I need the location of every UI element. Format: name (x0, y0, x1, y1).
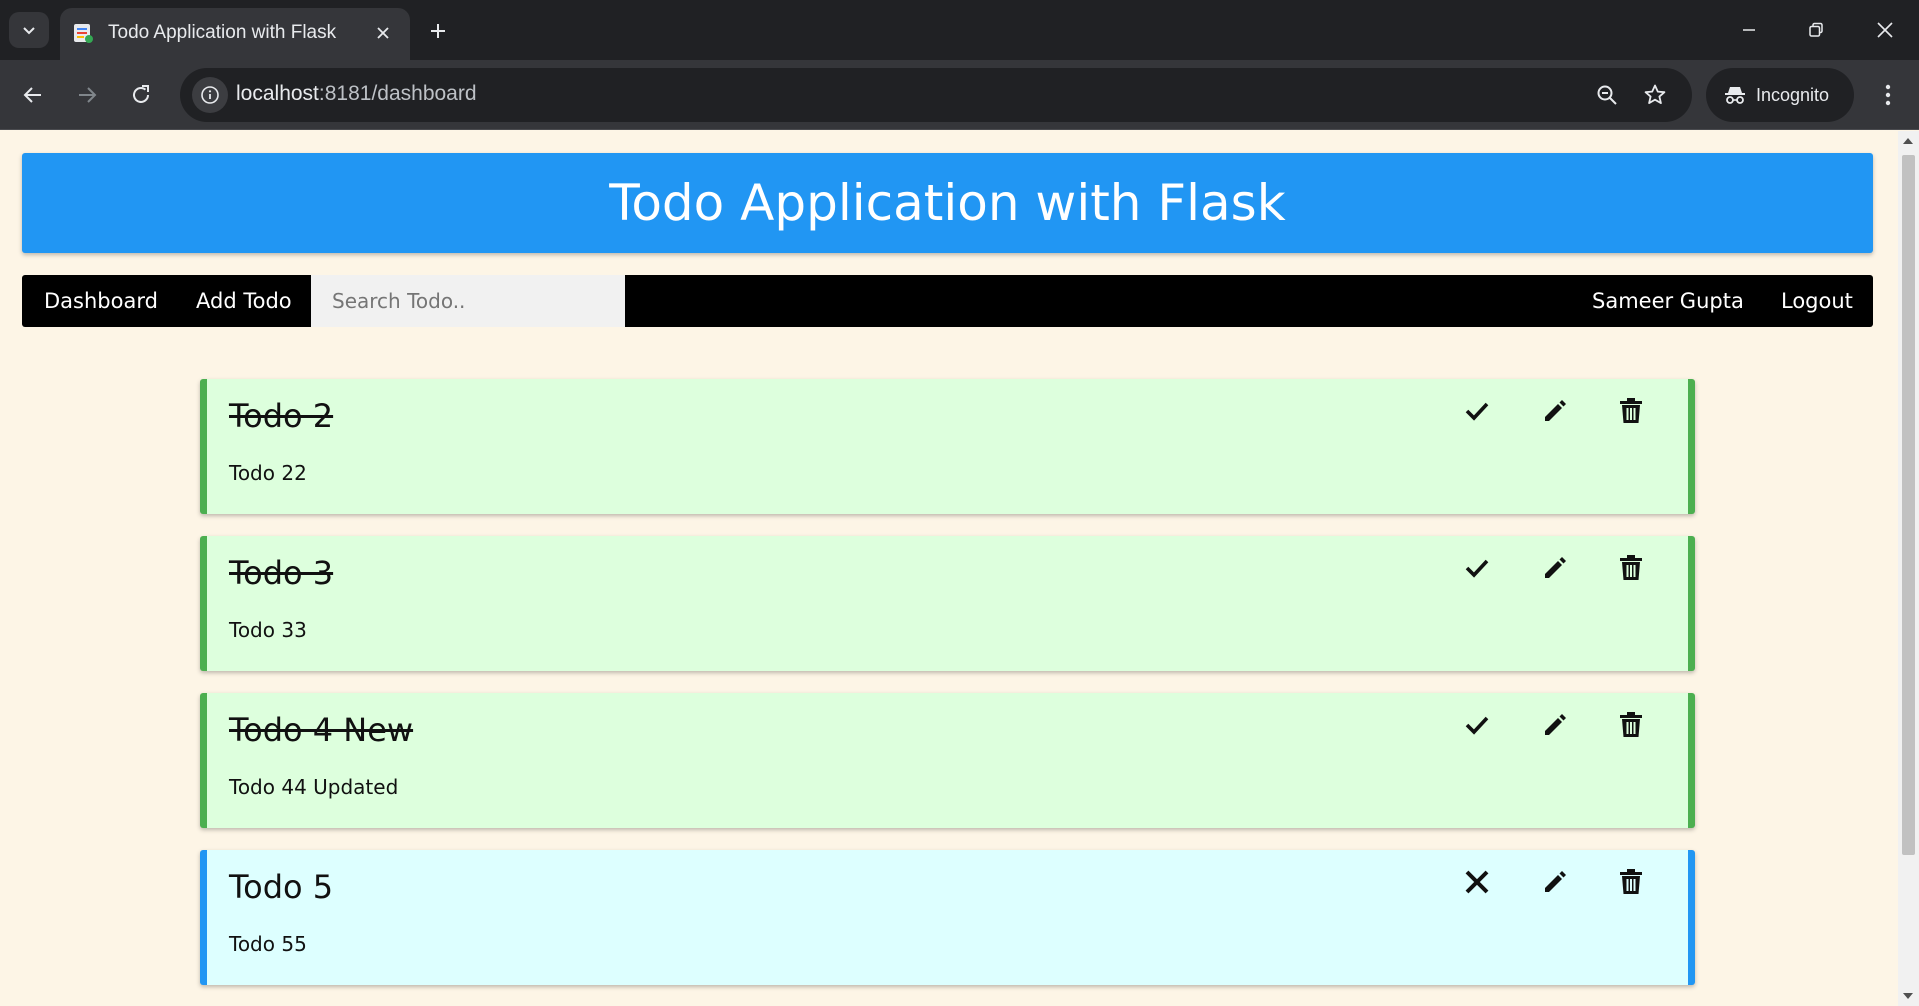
incognito-label: Incognito (1756, 84, 1830, 105)
plus-icon (431, 24, 445, 38)
edit-todo-button[interactable] (1535, 862, 1575, 902)
trash-icon (1618, 397, 1644, 425)
scroll-down-arrow[interactable] (1903, 993, 1913, 999)
close-icon (1462, 867, 1492, 897)
restore-icon (1809, 22, 1823, 37)
nav-user-link[interactable]: Sameer Gupta (1570, 275, 1766, 327)
browser-menu-button[interactable] (1870, 75, 1906, 115)
mark-complete-button[interactable] (1457, 391, 1497, 431)
check-icon (1463, 397, 1491, 425)
tab-search-button[interactable] (9, 12, 49, 48)
close-icon (1877, 22, 1893, 38)
delete-todo-button[interactable] (1611, 705, 1651, 745)
close-window-button[interactable] (1862, 10, 1908, 50)
zoom-button[interactable] (1589, 77, 1625, 113)
zoom-out-icon (1597, 85, 1617, 105)
minimize-icon (1743, 29, 1755, 31)
scroll-thumb[interactable] (1902, 155, 1915, 855)
incognito-icon (1725, 87, 1745, 104)
pencil-icon (1541, 397, 1569, 425)
trash-icon (1618, 868, 1644, 896)
url-text: localhost:8181/dashboard (236, 82, 477, 106)
edit-todo-button[interactable] (1535, 391, 1575, 431)
reload-icon (133, 85, 149, 103)
tab-close-button[interactable] (370, 20, 396, 46)
url-path: :8181/dashboard (318, 82, 477, 105)
pencil-icon (1541, 868, 1569, 896)
nav-logout-link[interactable]: Logout (1759, 275, 1875, 327)
incognito-indicator[interactable]: Incognito (1706, 68, 1854, 122)
todo-title: Todo 5 (229, 868, 334, 906)
arrow-right-icon (79, 87, 97, 103)
reload-button[interactable] (121, 75, 161, 115)
app-navbar: Dashboard Add Todo Sameer Gupta Logout (22, 275, 1873, 327)
todo-card: Todo 3 Todo 33 (200, 536, 1695, 671)
forward-button[interactable] (67, 75, 107, 115)
nav-add-todo-link[interactable]: Add Todo (174, 275, 314, 327)
minimize-button[interactable] (1726, 10, 1772, 50)
trash-icon (1618, 711, 1644, 739)
delete-todo-button[interactable] (1611, 548, 1651, 588)
page-viewport: Todo Application with Flask Dashboard Ad… (0, 131, 1898, 1006)
mark-incomplete-button[interactable] (1457, 862, 1497, 902)
app-header: Todo Application with Flask (22, 153, 1873, 253)
browser-toolbar: localhost:8181/dashboard Incognito (0, 60, 1919, 130)
mark-complete-button[interactable] (1457, 548, 1497, 588)
bookmark-button[interactable] (1637, 77, 1673, 113)
page-title: Todo Application with Flask (609, 174, 1286, 232)
check-icon (1463, 554, 1491, 582)
todo-card: Todo 4 New Todo 44 Updated (200, 693, 1695, 828)
browser-tab-bar: Todo Application with Flask (0, 0, 1919, 60)
todo-description: Todo 55 (229, 932, 307, 956)
todo-description: Todo 44 Updated (229, 775, 399, 799)
address-bar[interactable]: localhost:8181/dashboard (180, 68, 1692, 122)
pencil-icon (1541, 554, 1569, 582)
tab-title: Todo Application with Flask (108, 22, 337, 43)
page-scrollbar[interactable] (1898, 131, 1919, 1006)
url-host: localhost (236, 82, 319, 105)
edit-todo-button[interactable] (1535, 548, 1575, 588)
favicon-icon (74, 24, 93, 43)
restore-button[interactable] (1793, 10, 1839, 50)
delete-todo-button[interactable] (1611, 391, 1651, 431)
todo-card: Todo 2 Todo 22 (200, 379, 1695, 514)
todo-title: Todo 4 New (229, 711, 414, 749)
site-info-button[interactable] (192, 77, 228, 113)
back-button[interactable] (13, 75, 53, 115)
trash-icon (1618, 554, 1644, 582)
star-icon (1644, 84, 1666, 104)
pencil-icon (1541, 711, 1569, 739)
todo-title: Todo 3 (229, 554, 334, 592)
todo-title: Todo 2 (229, 397, 334, 435)
todo-card: Todo 5 Todo 55 (200, 850, 1695, 985)
edit-todo-button[interactable] (1535, 705, 1575, 745)
mark-complete-button[interactable] (1457, 705, 1497, 745)
new-tab-button[interactable] (420, 13, 456, 49)
arrow-left-icon (23, 87, 41, 103)
check-icon (1463, 711, 1491, 739)
todo-description: Todo 22 (229, 461, 307, 485)
close-icon (377, 27, 389, 39)
delete-todo-button[interactable] (1611, 862, 1651, 902)
nav-dashboard-link[interactable]: Dashboard (22, 275, 180, 327)
chevron-down-icon (23, 27, 35, 35)
browser-tab[interactable]: Todo Application with Flask (60, 8, 410, 60)
scroll-up-arrow[interactable] (1903, 138, 1913, 144)
search-input[interactable] (311, 275, 625, 327)
more-vertical-icon (1885, 84, 1891, 106)
todo-description: Todo 33 (229, 618, 307, 642)
info-icon (201, 86, 219, 104)
